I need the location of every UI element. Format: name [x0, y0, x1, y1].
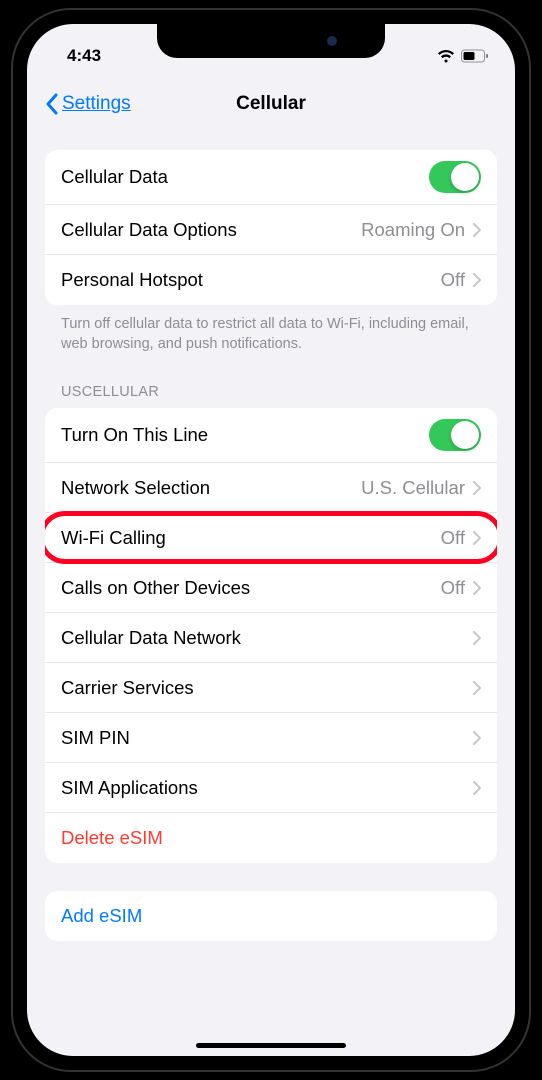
- delete-esim-row[interactable]: Delete eSIM: [45, 813, 497, 863]
- row-value: U.S. Cellular: [361, 477, 465, 499]
- content-area[interactable]: Cellular Data Cellular Data Options Roam…: [27, 128, 515, 1050]
- wifi-icon: [437, 49, 455, 63]
- row-value: Off: [441, 527, 465, 549]
- screen: 4:43 Settings Cellular: [27, 24, 515, 1056]
- line-toggle[interactable]: [429, 419, 481, 451]
- nav-bar: Settings Cellular: [27, 80, 515, 128]
- chevron-right-icon: [473, 273, 481, 287]
- status-icons: [437, 49, 489, 63]
- back-button[interactable]: Settings: [45, 93, 131, 115]
- chevron-right-icon: [473, 581, 481, 595]
- cellular-data-options-row[interactable]: Cellular Data Options Roaming On: [45, 205, 497, 255]
- wifi-calling-row[interactable]: Wi-Fi Calling Off: [45, 513, 497, 563]
- add-esim-row[interactable]: Add eSIM: [45, 891, 497, 941]
- sim-pin-row[interactable]: SIM PIN: [45, 713, 497, 763]
- notch: [157, 24, 385, 58]
- page-title: Cellular: [236, 93, 306, 115]
- chevron-right-icon: [473, 223, 481, 237]
- calls-other-devices-row[interactable]: Calls on Other Devices Off: [45, 563, 497, 613]
- row-value: Off: [441, 269, 465, 291]
- row-label: Cellular Data Options: [61, 219, 361, 241]
- row-label: Network Selection: [61, 477, 361, 499]
- row-label: Personal Hotspot: [61, 269, 441, 291]
- row-value: Roaming On: [361, 219, 465, 241]
- row-label: SIM PIN: [61, 727, 473, 749]
- status-time: 4:43: [67, 46, 101, 66]
- turn-on-line-row[interactable]: Turn On This Line: [45, 408, 497, 463]
- iphone-frame: 4:43 Settings Cellular: [13, 10, 529, 1070]
- group-footer-text: Turn off cellular data to restrict all d…: [45, 305, 497, 354]
- cellular-data-toggle[interactable]: [429, 161, 481, 193]
- chevron-right-icon: [473, 631, 481, 645]
- carrier-header: USCELLULAR: [45, 354, 497, 408]
- back-label: Settings: [62, 93, 131, 115]
- cellular-data-row[interactable]: Cellular Data: [45, 150, 497, 205]
- row-value: Off: [441, 577, 465, 599]
- sim-applications-row[interactable]: SIM Applications: [45, 763, 497, 813]
- chevron-right-icon: [473, 781, 481, 795]
- row-label: SIM Applications: [61, 777, 473, 799]
- network-selection-row[interactable]: Network Selection U.S. Cellular: [45, 463, 497, 513]
- row-label: Add eSIM: [61, 905, 481, 927]
- row-label: Carrier Services: [61, 677, 473, 699]
- cellular-data-network-row[interactable]: Cellular Data Network: [45, 613, 497, 663]
- carrier-services-row[interactable]: Carrier Services: [45, 663, 497, 713]
- chevron-right-icon: [473, 731, 481, 745]
- add-esim-group: Add eSIM: [45, 891, 497, 941]
- row-label: Delete eSIM: [61, 827, 481, 849]
- carrier-group: Turn On This Line Network Selection U.S.…: [45, 408, 497, 863]
- home-indicator[interactable]: [196, 1043, 346, 1048]
- row-label: Calls on Other Devices: [61, 577, 441, 599]
- row-label: Wi-Fi Calling: [61, 527, 441, 549]
- row-label: Cellular Data Network: [61, 627, 473, 649]
- row-label: Turn On This Line: [61, 424, 429, 446]
- chevron-right-icon: [473, 481, 481, 495]
- battery-icon: [461, 49, 489, 63]
- chevron-right-icon: [473, 531, 481, 545]
- row-label: Cellular Data: [61, 166, 429, 188]
- chevron-left-icon: [45, 93, 58, 115]
- chevron-right-icon: [473, 681, 481, 695]
- cellular-data-group: Cellular Data Cellular Data Options Roam…: [45, 150, 497, 305]
- personal-hotspot-row[interactable]: Personal Hotspot Off: [45, 255, 497, 305]
